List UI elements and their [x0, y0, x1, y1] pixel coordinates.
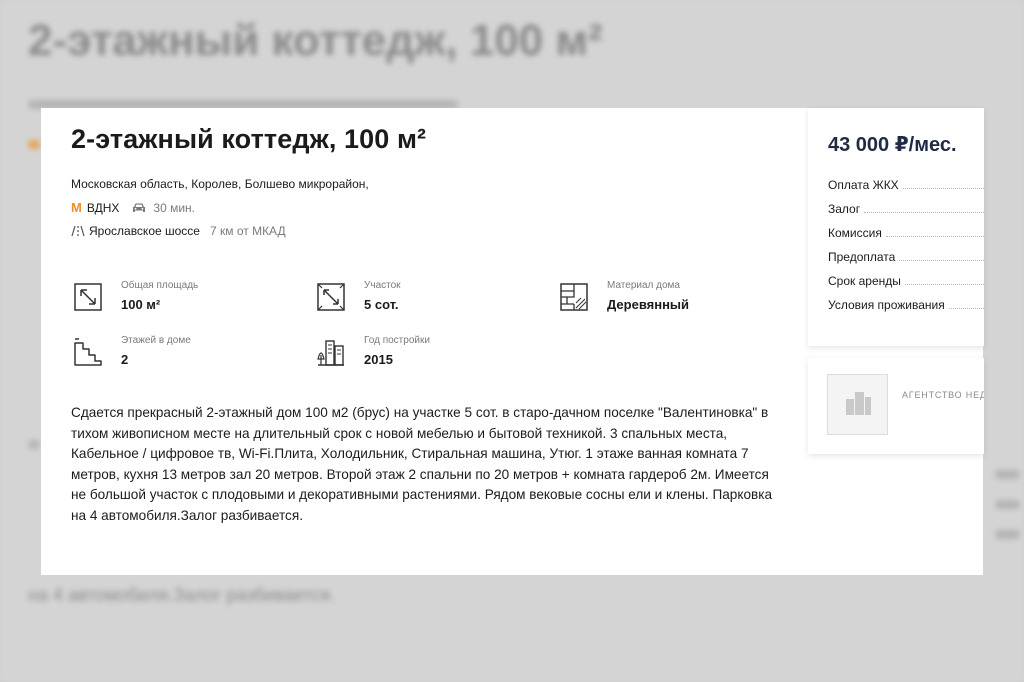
price-row-lease-term: Срок аренды	[828, 274, 984, 288]
dotted-leader	[904, 284, 984, 285]
background-line	[995, 470, 1020, 479]
price-row-label: Комиссия	[828, 226, 882, 240]
highway-distance: 7 км от МКАД	[209, 224, 286, 238]
price-row-label: Оплата ЖКХ	[828, 178, 899, 192]
price-row-label: Предоплата	[828, 250, 896, 264]
listing-description: Сдается прекрасный 2-этажный дом 100 м2 …	[71, 405, 773, 523]
background-trailing-text: на 4 автомобиля.Залог разбивается.	[28, 585, 336, 605]
metro-travel-time: 30 мин.	[153, 200, 195, 215]
feature-value: 5 сот.	[364, 297, 399, 312]
feature-material: Материал дома Деревянный	[557, 280, 689, 314]
price-row-utilities: Оплата ЖКХ	[828, 178, 984, 192]
plot-area-icon	[314, 280, 348, 314]
agency-logo[interactable]	[827, 374, 888, 435]
highway-name[interactable]: Ярославское шоссе	[89, 224, 200, 238]
price-row-commission: Комиссия	[828, 226, 984, 240]
dotted-leader	[885, 236, 984, 237]
feature-value: Деревянный	[607, 297, 690, 312]
buildings-icon	[314, 335, 348, 369]
feature-floors: Этажей в доме 2	[71, 335, 191, 369]
feature-value: 2015	[364, 352, 393, 367]
background-line	[28, 440, 40, 449]
price-row-label: Срок аренды	[828, 274, 901, 288]
background-line	[28, 140, 40, 149]
background-line	[995, 500, 1020, 509]
car-icon	[131, 202, 147, 214]
stairs-icon	[71, 335, 105, 369]
price-row-label: Залог	[828, 202, 861, 216]
brick-wall-icon	[557, 280, 591, 314]
metro-station[interactable]: ВДНХ	[87, 201, 120, 215]
area-arrow-icon	[71, 280, 105, 314]
feature-value: 100 м²	[121, 297, 161, 312]
feature-label: Год постройки	[364, 335, 430, 346]
feature-label: Общая площадь	[121, 280, 199, 291]
feature-plot: Участок 5 сот.	[314, 280, 401, 314]
feature-label: Материал дома	[607, 280, 680, 291]
building-placeholder-icon	[843, 389, 873, 420]
rent-price: 43 000 ₽/мес.	[828, 134, 957, 156]
metro-row: M ВДНХ 30 мин.	[71, 200, 195, 215]
dotted-leader	[902, 188, 984, 189]
background-line	[995, 530, 1020, 539]
price-row-prepayment: Предоплата	[828, 250, 984, 264]
feature-label: Участок	[364, 280, 401, 291]
feature-value: 2	[121, 352, 129, 367]
feature-label: Этажей в доме	[121, 335, 191, 346]
background-title: 2-этажный коттедж, 100 м²	[28, 16, 603, 65]
dotted-leader	[864, 212, 984, 213]
dotted-leader	[899, 260, 984, 261]
feature-year: Год постройки 2015	[314, 335, 430, 369]
dotted-leader	[948, 308, 984, 309]
highway-row: Ярославское шоссе 7 км от МКАД	[71, 224, 286, 238]
agency-panel: АГЕНТСТВО НЕД	[808, 358, 984, 454]
price-row-label: Условия проживания	[828, 298, 945, 312]
agency-name[interactable]: АГЕНТСТВО НЕД	[902, 390, 984, 400]
metro-m-icon: M	[71, 200, 82, 215]
price-panel: 43 000 ₽/мес. Оплата ЖКХ Залог Комиссия …	[808, 108, 984, 346]
price-row-living-conditions: Условия проживания	[828, 298, 984, 312]
feature-total-area: Общая площадь 100 м²	[71, 280, 198, 314]
listing-title: 2-этажный коттедж, 100 м²	[71, 124, 427, 154]
listing-address[interactable]: Московская область, Королев, Болшево мик…	[71, 177, 369, 191]
road-icon	[71, 225, 85, 237]
price-row-deposit: Залог	[828, 202, 984, 216]
